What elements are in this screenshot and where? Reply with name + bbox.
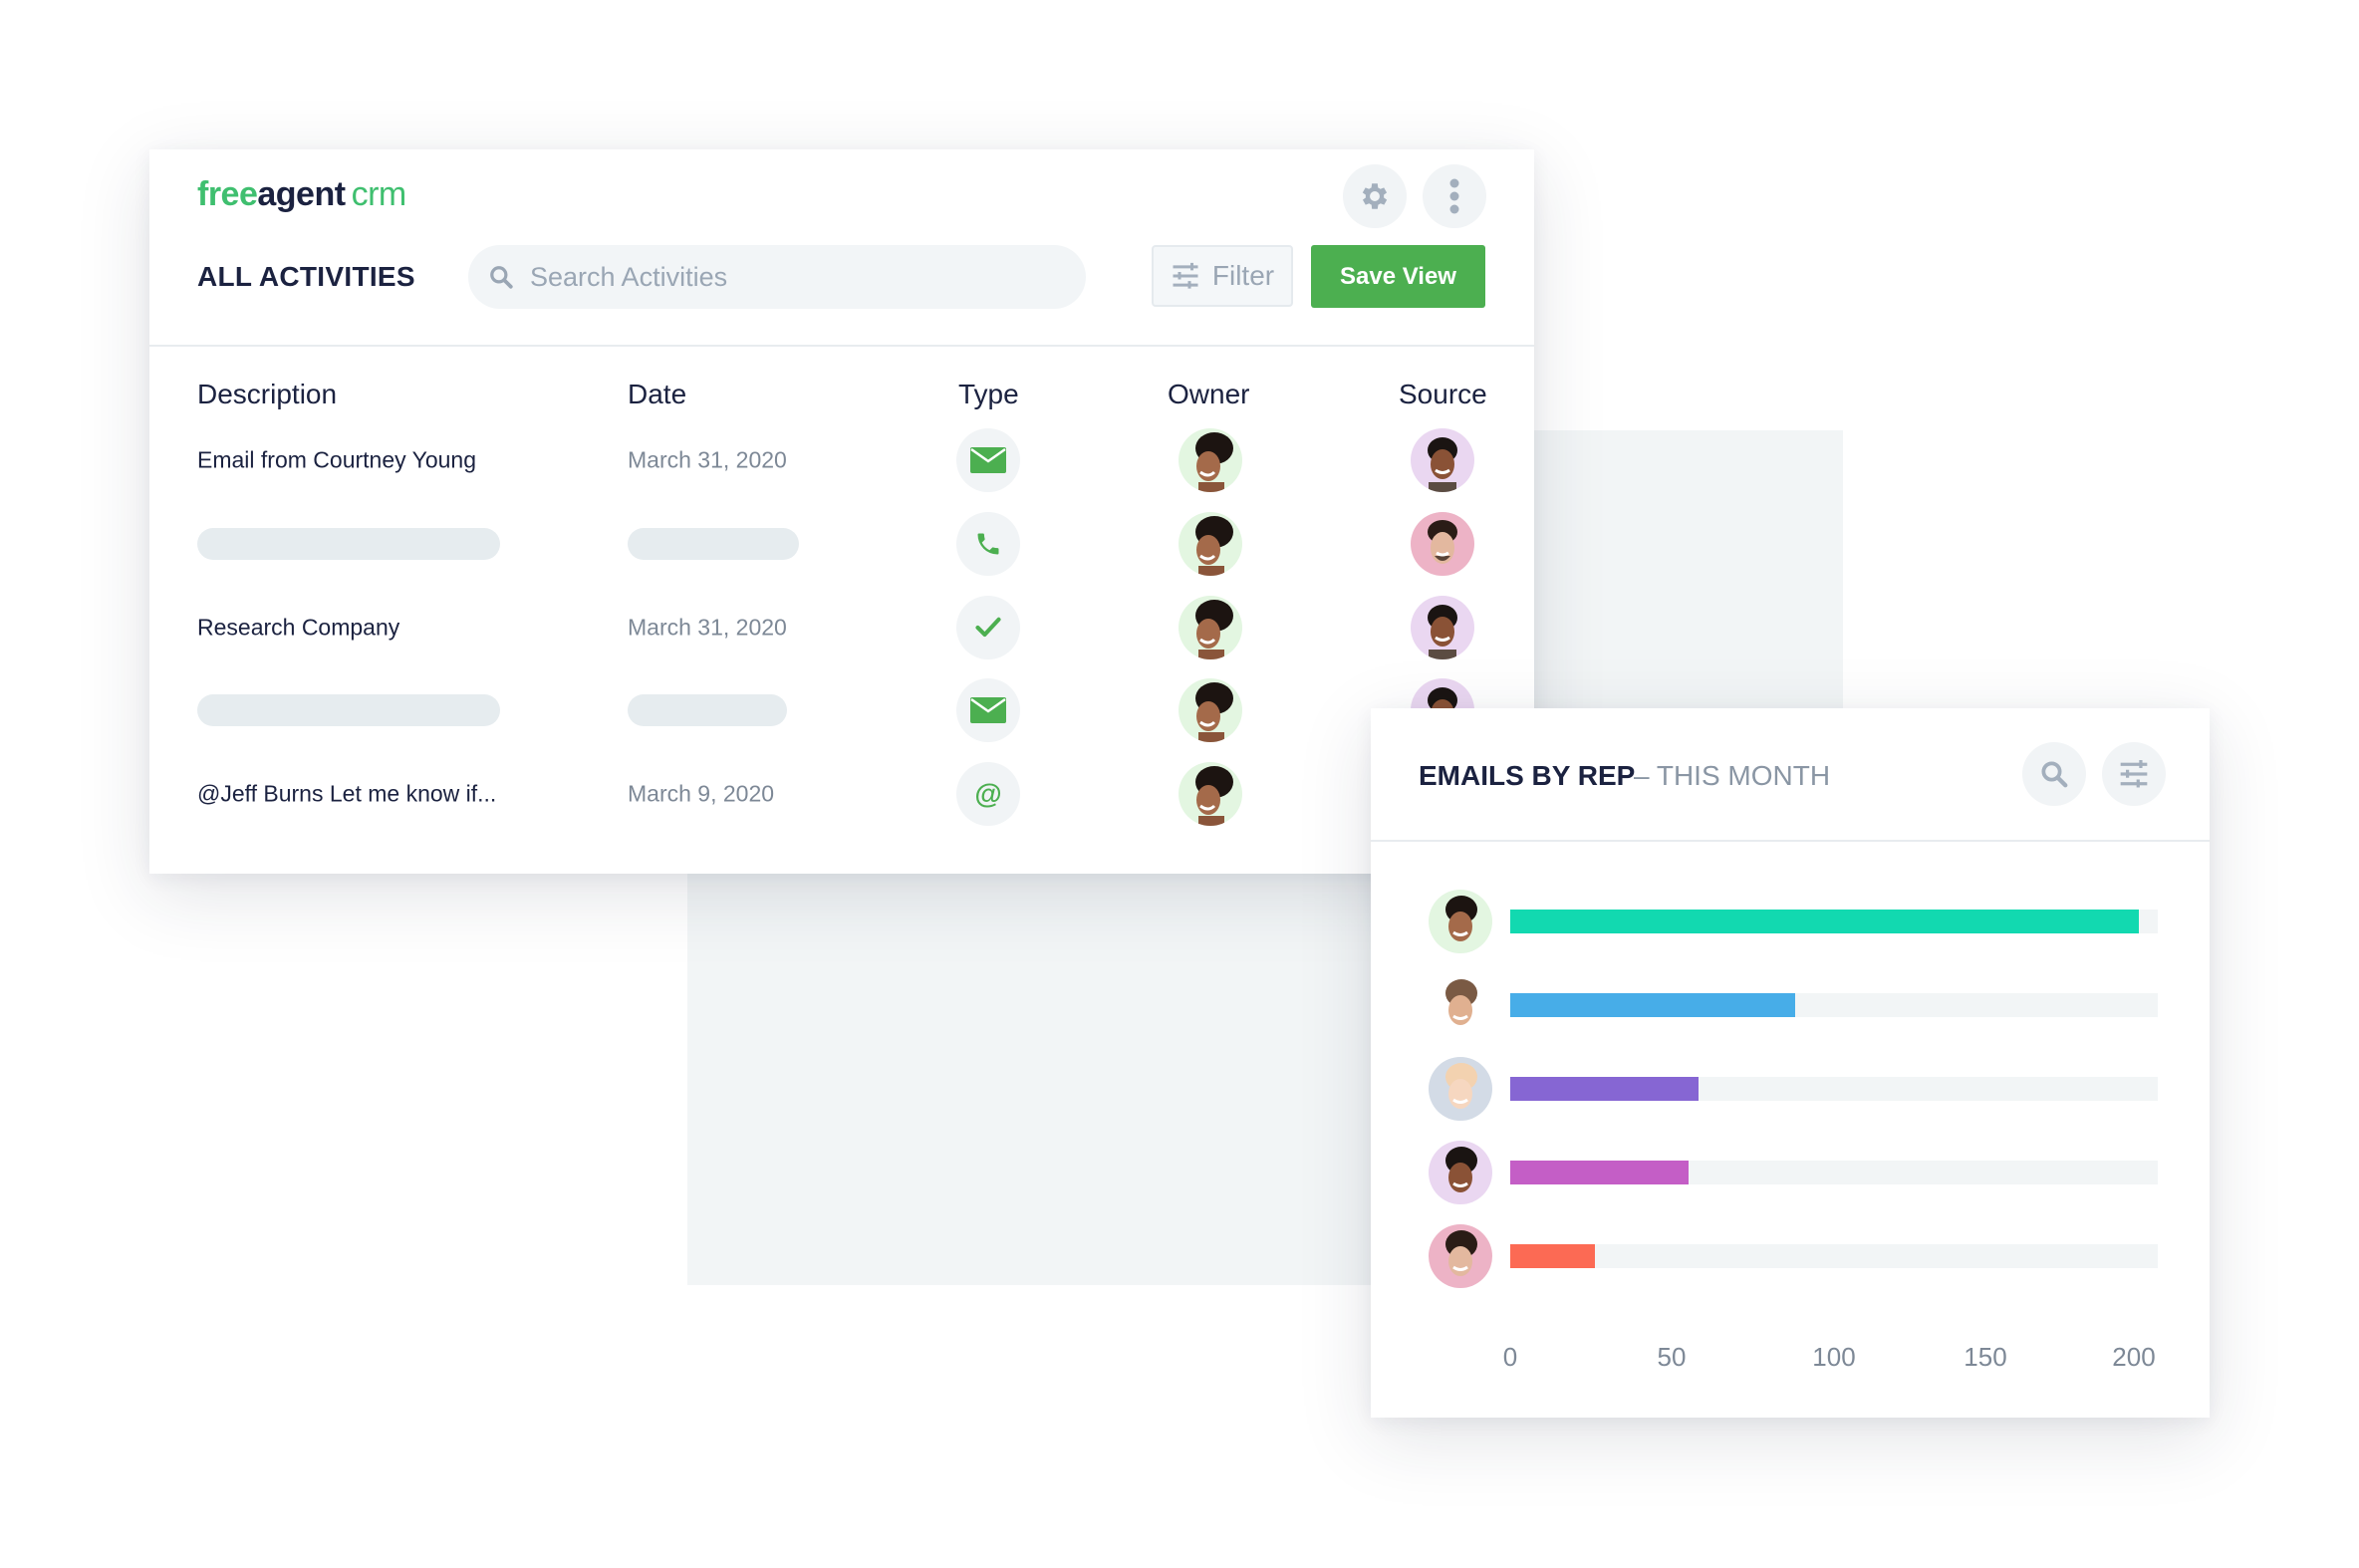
- chart-title: EMAILS BY REP: [1419, 760, 1636, 791]
- settings-button[interactable]: [1343, 164, 1407, 228]
- search-input[interactable]: [528, 260, 1050, 294]
- source-avatar[interactable]: [1411, 596, 1474, 659]
- column-header-description[interactable]: Description: [197, 379, 337, 410]
- column-header-owner[interactable]: Owner: [1168, 379, 1249, 410]
- rep-avatar[interactable]: [1429, 1224, 1492, 1288]
- envelope-icon: [970, 447, 1006, 473]
- placeholder-date: [628, 694, 787, 726]
- bar-track: [1510, 1244, 2158, 1268]
- bar-5[interactable]: [1510, 1244, 1595, 1268]
- freeagent-logo: freeagent crm: [197, 175, 406, 214]
- chart-subtitle: – THIS MONTH: [1634, 760, 1831, 791]
- rep-avatar[interactable]: [1429, 1057, 1492, 1121]
- row-date: March 9, 2020: [628, 780, 775, 807]
- column-header-source[interactable]: Source: [1399, 379, 1487, 410]
- bar-track: [1510, 1161, 2158, 1184]
- owner-avatar[interactable]: [1179, 428, 1242, 492]
- x-tick-label: 100: [1812, 1342, 1856, 1372]
- filter-label: Filter: [1211, 260, 1275, 291]
- placeholder-date: [628, 528, 799, 560]
- gear-icon: [1362, 183, 1388, 209]
- x-tick-label: 0: [1502, 1342, 1518, 1372]
- search-bar[interactable]: [468, 245, 1086, 309]
- placeholder-description: [197, 694, 500, 726]
- x-tick-label: 50: [1657, 1342, 1687, 1372]
- filter-icon: [1173, 262, 1198, 289]
- chart-search-button[interactable]: [2022, 742, 2086, 806]
- rep-avatar[interactable]: [1429, 973, 1492, 1037]
- bar-2[interactable]: [1510, 993, 1795, 1017]
- save-view-button[interactable]: Save View: [1311, 245, 1485, 308]
- filter-button[interactable]: Filter: [1152, 245, 1293, 307]
- bar-track: [1510, 993, 2158, 1017]
- type-email: [956, 428, 1020, 492]
- header-divider: [149, 345, 1534, 347]
- owner-avatar[interactable]: [1179, 678, 1242, 742]
- envelope-icon: [970, 697, 1006, 723]
- search-icon: [490, 266, 513, 289]
- row-date: March 31, 2020: [628, 614, 787, 641]
- rep-avatar[interactable]: [1429, 890, 1492, 953]
- chart-header-divider: [1371, 840, 2210, 842]
- logo-part-free: free: [197, 175, 258, 213]
- placeholder-description: [197, 528, 500, 560]
- bar-track: [1510, 910, 2158, 933]
- row-description: Email from Courtney Young: [197, 446, 476, 473]
- emails-by-rep-card: EMAILS BY REP – THIS MONTH 0 50 100 150 …: [1371, 708, 2210, 1418]
- row-description: @Jeff Burns Let me know if...: [197, 780, 497, 807]
- bar-1[interactable]: [1510, 910, 2139, 933]
- column-header-type[interactable]: Type: [958, 379, 1019, 410]
- row-date: March 31, 2020: [628, 446, 787, 473]
- owner-avatar[interactable]: [1179, 512, 1242, 576]
- filter-icon: [2120, 760, 2148, 788]
- at-icon: @: [974, 778, 1002, 809]
- column-header-date[interactable]: Date: [628, 379, 686, 410]
- chart-filter-button[interactable]: [2102, 742, 2166, 806]
- check-icon: [975, 617, 1001, 638]
- owner-avatar[interactable]: [1179, 762, 1242, 826]
- row-description: Research Company: [197, 614, 400, 641]
- type-email: [956, 678, 1020, 742]
- bar-track: [1510, 1077, 2158, 1101]
- more-vertical-icon: [1449, 178, 1459, 214]
- type-task: [956, 596, 1020, 659]
- rep-avatar[interactable]: [1429, 1141, 1492, 1204]
- bar-4[interactable]: [1510, 1161, 1689, 1184]
- x-tick-label: 200: [2112, 1342, 2156, 1372]
- logo-part-agent: agent: [257, 175, 346, 213]
- phone-icon: [977, 533, 999, 555]
- activities-card: freeagentcrm ALL ACTIVITIES Filter Save …: [149, 149, 1534, 874]
- type-mention: @: [956, 762, 1020, 826]
- logo-part-crm: crm: [351, 175, 407, 213]
- search-icon: [2041, 761, 2068, 788]
- page-title: ALL ACTIVITIES: [197, 261, 415, 292]
- source-avatar[interactable]: [1411, 512, 1474, 576]
- bar-3[interactable]: [1510, 1077, 1699, 1101]
- x-tick-label: 150: [1964, 1342, 2007, 1372]
- owner-avatar[interactable]: [1179, 596, 1242, 659]
- type-phone: [956, 512, 1020, 576]
- source-avatar[interactable]: [1411, 428, 1474, 492]
- more-options-button[interactable]: [1423, 164, 1486, 228]
